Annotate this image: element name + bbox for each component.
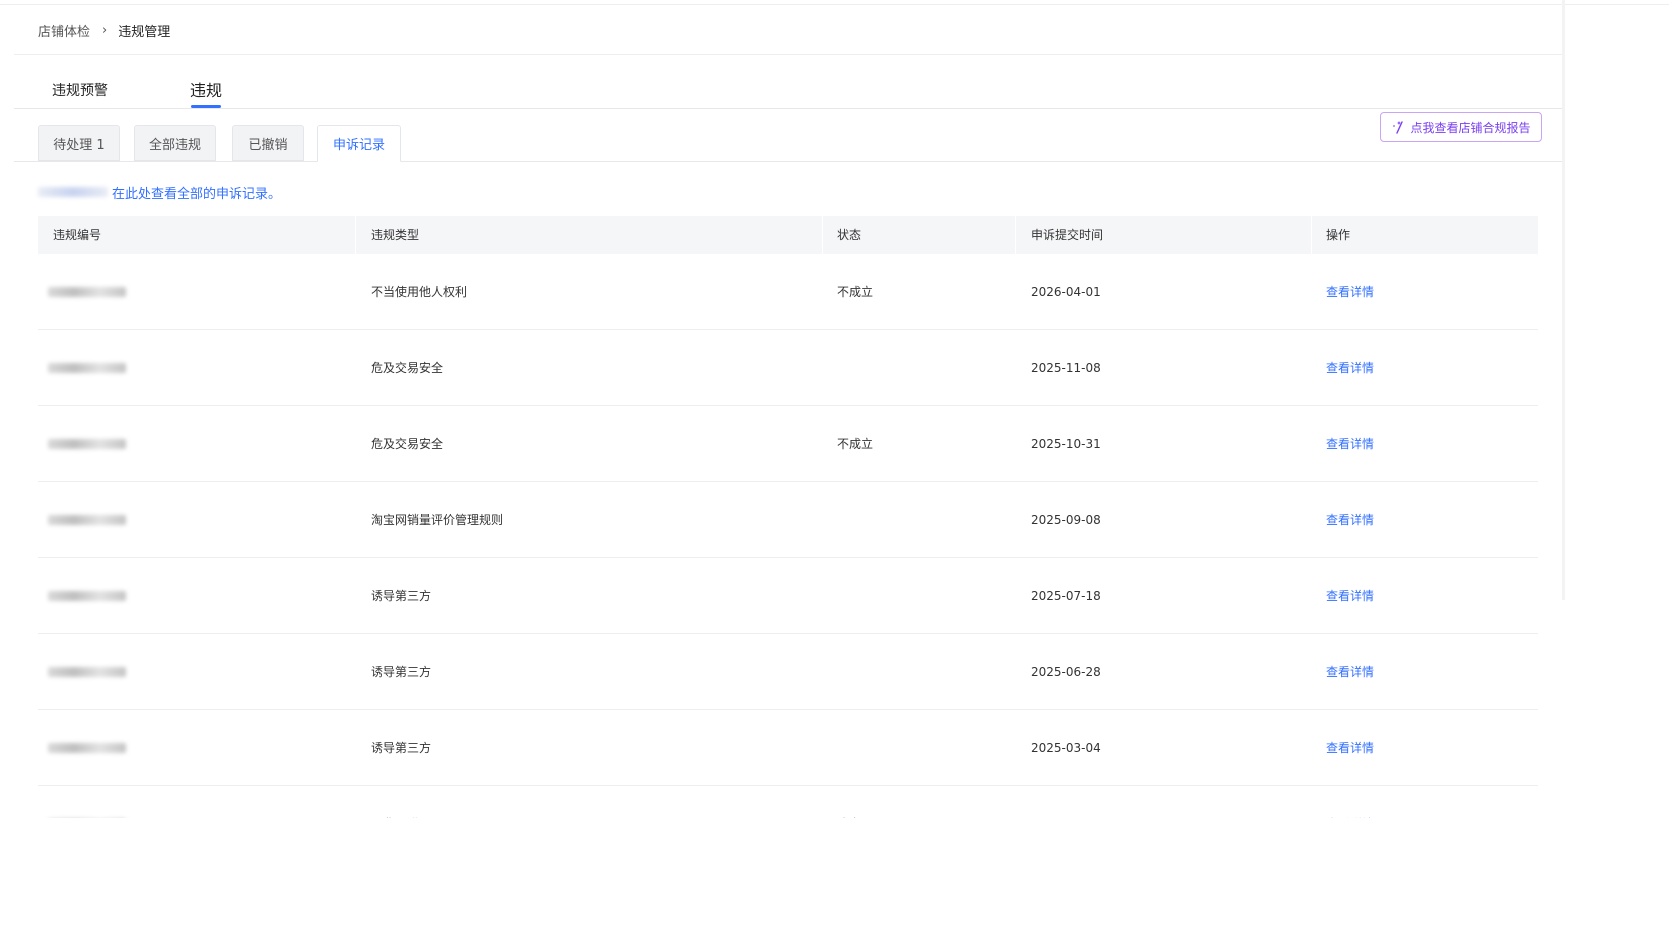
violation-id-cell: [48, 482, 126, 557]
submit-time-cell: 2025-07-18: [1031, 588, 1101, 603]
column-divider: [1311, 216, 1312, 254]
blurred-violation-id: [48, 590, 126, 601]
submit-time-cell: 2025-06-28: [1031, 664, 1101, 679]
table-row: 危及交易安全 不成立 2025-10-31 查看详情: [38, 406, 1538, 482]
violation-id-cell: [48, 330, 126, 405]
blurred-violation-id: [48, 666, 126, 677]
sparkle-icon: [1391, 120, 1405, 134]
violation-type-cell: 不当使用他人权利: [371, 285, 468, 299]
violation-type-cell: 危及交易安全: [371, 437, 444, 451]
table-row: 危及交易安全 2025-11-08 查看详情: [38, 330, 1538, 406]
table-body: 不当使用他人权利 不成立 2026-04-01 查看详情 危及交易安全 2025-11-0…: [38, 254, 1538, 862]
tab-violation-warning[interactable]: 违规预警: [52, 80, 108, 100]
subtab-revoked[interactable]: 已撤销: [232, 125, 304, 161]
scrollbar-track[interactable]: [1562, 0, 1565, 600]
breadcrumb-separator-icon: ›: [102, 22, 108, 38]
breadcrumb-current: 违规管理: [118, 24, 171, 40]
table-row: 淘宝网销量评价管理规则 2025-09-08 查看详情: [38, 482, 1538, 558]
tab-violation[interactable]: 违规: [190, 77, 222, 101]
view-details-link[interactable]: 查看详情: [1326, 558, 1374, 633]
breadcrumb-parent[interactable]: 店铺体检: [38, 21, 90, 40]
violation-type-cell: 危及交易安全: [371, 361, 444, 375]
submit-time-cell: 2025-11-08: [1031, 360, 1101, 375]
submit-time-cell: 2025-09-08: [1031, 512, 1101, 527]
violation-id-cell: [48, 710, 126, 785]
column-header-violation-id: 违规编号: [53, 228, 102, 242]
view-details-link[interactable]: 查看详情: [1326, 406, 1374, 481]
view-details-link[interactable]: 查看详情: [1326, 710, 1374, 785]
table-row: 诱导第三方 2025-07-18 查看详情: [38, 558, 1538, 634]
viewport-cutoff: [0, 818, 1669, 945]
subtab-all-violations[interactable]: 全部违规: [134, 125, 216, 161]
breadcrumb: 店铺体检 › 违规管理: [38, 21, 171, 40]
table-row: 不当使用他人权利 不成立 2026-04-01 查看详情: [38, 254, 1538, 330]
sub-tabs: 待处理 1 全部违规 已撤销 申诉记录: [38, 125, 1538, 162]
appeal-records-table: 违规编号 违规类型 状态 申诉提交时间 操作 不当使用他人权利 不成立 2026-0…: [38, 216, 1538, 862]
subtab-pending[interactable]: 待处理 1: [38, 125, 120, 161]
violation-id-cell: [48, 558, 126, 633]
active-tab-indicator: [191, 105, 221, 108]
view-details-link[interactable]: 查看详情: [1326, 634, 1374, 709]
violation-id-cell: [48, 254, 126, 329]
status-cell: 不成立: [837, 437, 874, 451]
subtab-appeal-records[interactable]: 申诉记录: [317, 125, 401, 162]
column-header-submit-time: 申诉提交时间: [1031, 228, 1104, 242]
blurred-violation-id: [48, 438, 126, 449]
column-header-status: 状态: [837, 228, 862, 242]
view-details-link[interactable]: 查看详情: [1326, 330, 1374, 405]
violation-type-cell: 诱导第三方: [371, 665, 432, 679]
submit-time-cell: 2025-03-04: [1031, 740, 1101, 755]
view-details-link[interactable]: 查看详情: [1326, 482, 1374, 557]
column-header-violation-type: 违规类型: [371, 228, 420, 242]
submit-time-cell: 2025-10-31: [1031, 436, 1101, 451]
top-border: [0, 4, 1669, 5]
blurred-violation-id: [48, 514, 126, 525]
notice-message: 在此处查看全部的申诉记录。: [112, 186, 282, 202]
submit-time-cell: 2026-04-01: [1031, 284, 1101, 299]
blurred-text: [38, 187, 108, 197]
status-cell: 不成立: [837, 285, 874, 299]
violation-type-cell: 诱导第三方: [371, 741, 432, 755]
violation-id-cell: [48, 406, 126, 481]
blurred-violation-id: [48, 362, 126, 373]
notice-text: 在此处查看全部的申诉记录。: [38, 183, 282, 202]
compliance-report-button[interactable]: 点我查看店铺合规报告: [1380, 112, 1542, 142]
blurred-violation-id: [48, 742, 126, 753]
header-divider: [14, 54, 1564, 55]
violation-id-cell: [48, 634, 126, 709]
column-divider: [1015, 216, 1016, 254]
table-header: 违规编号 违规类型 状态 申诉提交时间 操作: [38, 216, 1538, 254]
violation-type-cell: 诱导第三方: [371, 589, 432, 603]
table-row: 诱导第三方 2025-06-28 查看详情: [38, 634, 1538, 710]
column-divider: [822, 216, 823, 254]
blurred-violation-id: [48, 286, 126, 297]
column-header-action: 操作: [1326, 228, 1351, 242]
main-tabs: 违规预警 违规: [14, 68, 1564, 109]
column-divider: [355, 216, 356, 254]
violation-type-cell: 淘宝网销量评价管理规则: [371, 513, 504, 527]
table-row: 诱导第三方 2025-03-04 查看详情: [38, 710, 1538, 786]
compliance-report-label: 点我查看店铺合规报告: [1410, 120, 1531, 135]
view-details-link[interactable]: 查看详情: [1326, 254, 1374, 329]
